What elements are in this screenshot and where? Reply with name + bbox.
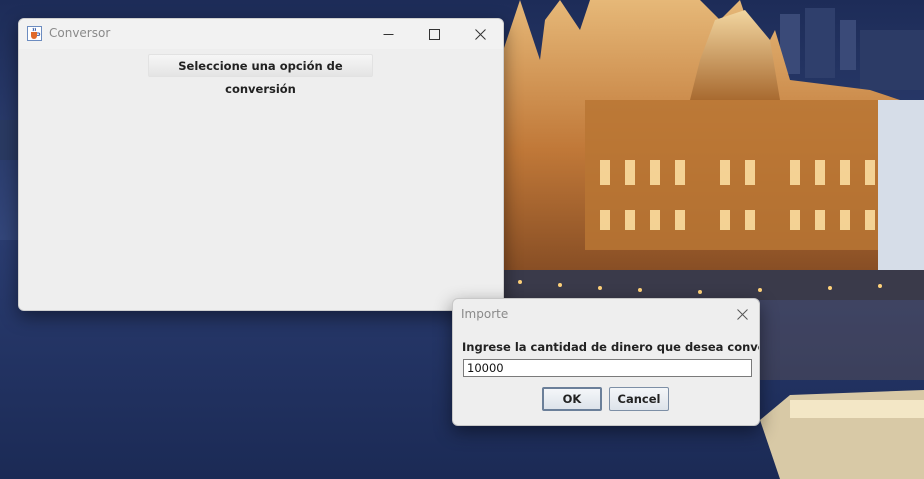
cancel-button[interactable]: Cancel [609,387,669,411]
close-icon [474,28,486,40]
minimize-icon [383,33,393,35]
minimize-button[interactable] [365,19,411,49]
amount-prompt-label: Ingrese la cantidad de dinero que desea … [462,340,760,354]
importe-dialog: Importe Ingrese la cantidad de dinero qu… [452,298,760,426]
maximize-icon [428,28,440,40]
java-cup-icon [27,26,42,41]
conversor-window: Conversor Seleccione una opción de conve… [18,18,504,311]
dialog-title: Importe [461,307,509,321]
amount-input[interactable] [463,359,752,377]
select-conversion-button[interactable]: Seleccione una opción de conversión [148,54,373,96]
dialog-close-button[interactable] [725,299,759,329]
maximize-button[interactable] [411,19,457,49]
ok-button[interactable]: OK [542,387,602,411]
main-content-panel: Seleccione una opción de conversión [19,49,503,310]
main-titlebar[interactable]: Conversor [19,19,503,49]
close-button[interactable] [457,19,503,49]
close-icon [736,308,748,320]
window-title: Conversor [49,26,111,40]
